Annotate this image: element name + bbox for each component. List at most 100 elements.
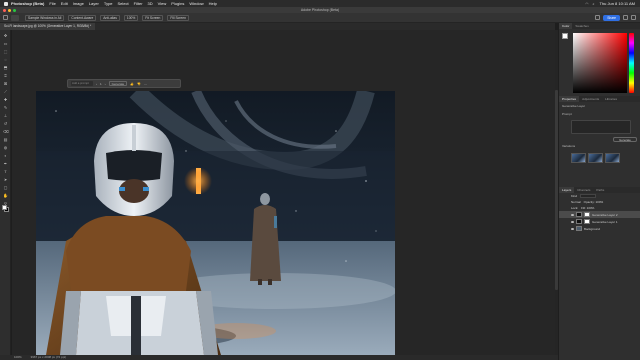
layer-thumbnail [576,226,582,231]
next-variation-icon[interactable]: › [105,82,106,86]
marquee-tool-icon[interactable]: ⬚ [3,49,8,54]
object-select-tool-icon[interactable]: ⬒ [3,65,8,70]
apple-icon[interactable] [4,1,8,6]
tab-channels[interactable]: Channels [574,187,593,193]
hand-tool-icon[interactable]: ✋ [3,193,8,198]
zoom-window-icon[interactable] [13,8,16,12]
tab-adjustments[interactable]: Adjustments [579,96,602,102]
variations-label: Variations [562,144,576,148]
menu-3d[interactable]: 3D [148,1,153,6]
sample-all-layers-option[interactable]: Sample Windows in All [25,14,65,21]
status-zoom[interactable]: 100% [14,355,22,359]
type-tool-icon[interactable]: T [3,169,8,174]
shape-tool-icon[interactable]: ▢ [3,185,8,190]
visibility-eye-icon[interactable] [571,213,574,216]
thumbs-down-icon[interactable]: 👎 [137,82,141,86]
blend-mode-select[interactable]: Normal [571,200,581,204]
opacity-field[interactable]: Opacity: 100% [584,200,604,204]
fill-field[interactable]: Fill: 100% [581,206,594,210]
workspace-icon[interactable] [595,15,601,20]
eraser-tool-icon[interactable]: ⌫ [3,129,9,134]
layer-mask-thumbnail[interactable] [584,219,590,224]
crop-tool-icon[interactable]: ⌗ [3,73,8,78]
search-icon[interactable]: ⌕ [592,2,594,6]
options-bar: Sample Windows in All Content-Aware Anti… [0,13,640,23]
layer-name[interactable]: Generative Layer 1 [592,220,618,224]
more-options-icon[interactable]: ⋯ [144,82,147,86]
variation-thumb-3[interactable] [605,153,620,163]
fit-screen-button[interactable]: Fit Screen [142,14,164,21]
status-bar: 100% 3967 px x 2008 px (72 ppi) [0,355,640,360]
menu-filter[interactable]: Filter [134,1,143,6]
wifi-icon[interactable]: ◠ [585,2,588,6]
foreground-color-swatch[interactable] [2,205,7,210]
minimize-window-icon[interactable] [8,8,11,12]
menu-edit[interactable]: Edit [61,1,68,6]
prompt-textarea[interactable] [571,120,631,134]
layer-row[interactable]: Generative Layer 1 [559,218,640,225]
hue-slider[interactable] [629,33,634,93]
menu-file[interactable]: File [49,1,55,6]
menu-help[interactable]: Help [209,1,217,6]
fill-screen-button[interactable]: Fill Screen [167,14,189,21]
visibility-eye-icon[interactable] [571,227,574,230]
layer-name[interactable]: Generative Layer 2 [592,213,618,217]
menu-plugins[interactable]: Plugins [171,1,184,6]
layer-row[interactable]: Generative Layer 2 [559,211,640,218]
menu-view[interactable]: View [158,1,167,6]
layer-row[interactable]: Background [559,225,640,232]
menu-window[interactable]: Window [189,1,203,6]
tab-properties[interactable]: Properties [559,96,580,102]
home-icon[interactable] [3,15,8,20]
kind-filter[interactable]: Kind [571,194,577,198]
anti-alias-option[interactable]: Anti-alias [100,14,120,21]
layer-mask-thumbnail[interactable] [584,212,590,217]
prev-variation-icon[interactable]: ‹ [96,82,97,86]
prompt-input[interactable]: Add a prompt [71,81,93,86]
color-field[interactable] [573,33,627,93]
search-icon[interactable] [623,15,628,20]
menubar-clock[interactable]: Thu Jun 8 10:11 AM [599,1,635,6]
kind-dropdown[interactable] [580,194,597,198]
menu-select[interactable]: Select [118,1,129,6]
content-aware-option[interactable]: Content-Aware [68,14,97,21]
document-image[interactable] [36,91,395,355]
variation-thumb-2[interactable] [588,153,603,163]
thumbs-up-icon[interactable]: 👍 [130,82,134,86]
brush-tool-icon[interactable]: ✎ [3,105,8,110]
variation-thumb-1[interactable] [571,153,586,163]
frame-tool-icon[interactable]: ⊠ [3,81,8,86]
layer-name[interactable]: Background [584,227,600,231]
document-tab[interactable]: Sci-Fi landscape.jpg @ 100% (Generative … [0,23,96,30]
gradient-tool-icon[interactable]: ▤ [3,137,8,142]
tab-swatches[interactable]: Swatches [572,23,591,29]
blur-tool-icon[interactable]: ◍ [3,145,8,150]
tab-paths[interactable]: Paths [593,187,607,193]
stamp-tool-icon[interactable]: ⊥ [3,113,8,118]
eyedropper-tool-icon[interactable]: ⟋ [3,89,8,94]
history-brush-icon[interactable]: ↺ [3,121,8,126]
generate-button[interactable]: Generate [108,81,128,86]
tab-layers[interactable]: Layers [559,187,575,193]
tab-libraries[interactable]: Libraries [602,96,620,102]
dodge-tool-icon[interactable]: ◐ [3,153,8,158]
zoom-100-button[interactable]: 100% [123,14,139,21]
pen-tool-icon[interactable]: ✒ [3,161,8,166]
menu-type[interactable]: Type [104,1,113,6]
menu-app[interactable]: Photoshop (Beta) [11,1,44,6]
menu-image[interactable]: Image [73,1,84,6]
menu-layer[interactable]: Layer [89,1,99,6]
lasso-tool-icon[interactable]: ◌ [3,57,8,62]
share-button[interactable]: Share [603,14,620,21]
artboard-tool-icon[interactable]: ▭ [3,41,8,46]
path-select-tool-icon[interactable]: ➤ [3,177,8,182]
status-doc-info[interactable]: 3967 px x 2008 px (72 ppi) [31,355,67,359]
healing-tool-icon[interactable]: ✚ [3,97,8,102]
tab-color[interactable]: Color [559,23,573,29]
foreground-chip[interactable] [562,33,568,39]
current-tool-icon[interactable] [11,14,19,21]
move-tool-icon[interactable]: ✥ [3,33,8,38]
panel-layout-icon[interactable] [631,15,636,20]
visibility-eye-icon[interactable] [571,220,574,223]
close-window-icon[interactable] [3,8,6,12]
